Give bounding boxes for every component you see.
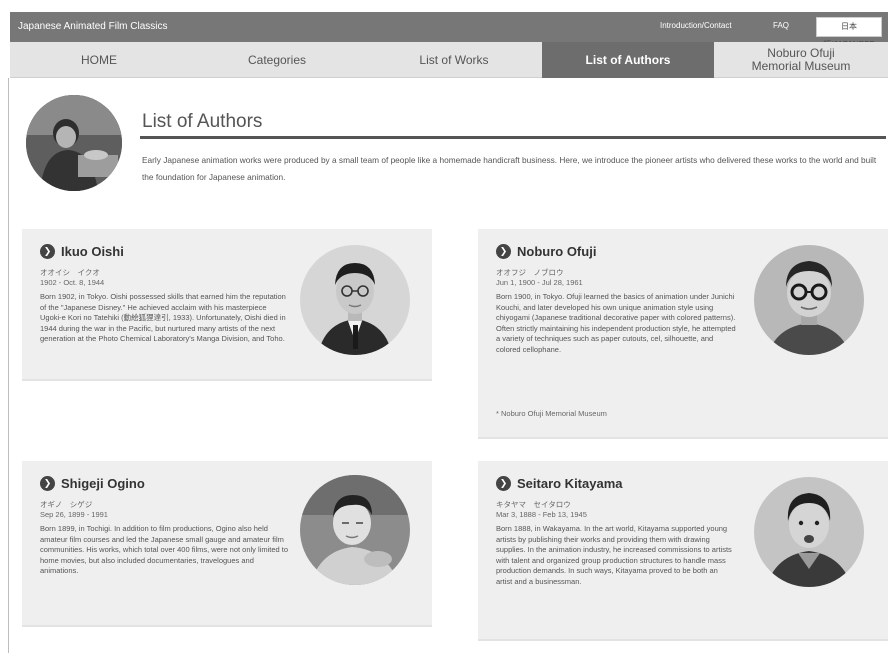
author-bio: Born 1902, in Tokyo. Oishi possessed ski… — [40, 292, 286, 343]
page-title: List of Authors — [142, 111, 263, 132]
author-kana: オギノ シゲジ — [40, 500, 93, 509]
title-divider — [140, 136, 886, 139]
top-bar: Japanese Animated Film Classics Introduc… — [10, 12, 888, 49]
author-kana: オオイシ イクオ — [40, 268, 100, 277]
author-dates: Sep 26, 1899 - 1991 — [40, 510, 108, 519]
tab-categories[interactable]: Categories — [188, 42, 366, 78]
author-portrait — [300, 475, 410, 585]
author-bio: Born 1899, in Tochigi. In addition to fi… — [40, 524, 289, 575]
introduction-link[interactable]: Introduction/Contact — [660, 21, 732, 30]
arrow-right-icon: ❯ — [496, 244, 511, 259]
author-bio: Born 1900, in Tokyo. Ofuji learned the b… — [496, 292, 736, 354]
author-kana: オオフジ ノブロウ — [496, 268, 564, 277]
author-heading[interactable]: ❯ Seitaro Kitayama — [496, 476, 623, 491]
author-bio: Born 1888, in Wakayama. In the art world… — [496, 524, 732, 586]
site-title[interactable]: Japanese Animated Film Classics — [18, 21, 168, 32]
arrow-right-icon: ❯ — [496, 476, 511, 491]
author-heading[interactable]: ❯ Ikuo Oishi — [40, 244, 124, 259]
author-heading[interactable]: ❯ Noburo Ofuji — [496, 244, 596, 259]
intro-text: Early Japanese animation works were prod… — [142, 155, 877, 182]
author-portrait — [300, 245, 410, 355]
author-dates: 1902 - Oct. 8, 1944 — [40, 278, 105, 287]
author-name[interactable]: Noburo Ofuji — [517, 244, 596, 259]
author-portrait — [754, 477, 864, 587]
author-dates: Jun 1, 1900 - Jul 28, 1961 — [496, 278, 583, 287]
faq-link[interactable]: FAQ — [773, 21, 789, 30]
author-card-oishi[interactable]: ❯ Ikuo Oishi オオイシ イクオ 1902 - Oct. 8, 194… — [22, 229, 432, 381]
header-photo — [26, 95, 122, 191]
arrow-right-icon: ❯ — [40, 244, 55, 259]
author-dates: Mar 3, 1888 - Feb 13, 1945 — [496, 510, 587, 519]
tab-list-of-works[interactable]: List of Works — [366, 42, 542, 78]
arrow-right-icon: ❯ — [40, 476, 55, 491]
author-name[interactable]: Shigeji Ogino — [61, 476, 145, 491]
author-name[interactable]: Ikuo Oishi — [61, 244, 124, 259]
left-divider — [8, 78, 9, 653]
tab-home[interactable]: HOME — [10, 42, 188, 78]
author-card-kitayama[interactable]: ❯ Seitaro Kitayama キタヤマ セイタロウ Mar 3, 188… — [478, 461, 888, 641]
author-name[interactable]: Seitaro Kitayama — [517, 476, 623, 491]
author-card-ofuji[interactable]: ❯ Noburo Ofuji オオフジ ノブロウ Jun 1, 1900 - J… — [478, 229, 888, 439]
tab-list-of-authors[interactable]: List of Authors — [542, 42, 714, 78]
language-button[interactable]: 日本語/JAPANESE — [816, 17, 882, 49]
museum-credit[interactable]: * Noburo Ofuji Memorial Museum — [496, 409, 607, 418]
author-card-ogino[interactable]: ❯ Shigeji Ogino オギノ シゲジ Sep 26, 1899 - 1… — [22, 461, 432, 627]
author-kana: キタヤマ セイタロウ — [496, 500, 571, 509]
author-portrait — [754, 245, 864, 355]
tab-memorial-museum[interactable]: Noburo Ofuji Memorial Museum — [714, 42, 888, 78]
main-nav: HOME Categories List of Works List of Au… — [10, 42, 888, 78]
author-heading[interactable]: ❯ Shigeji Ogino — [40, 476, 145, 491]
